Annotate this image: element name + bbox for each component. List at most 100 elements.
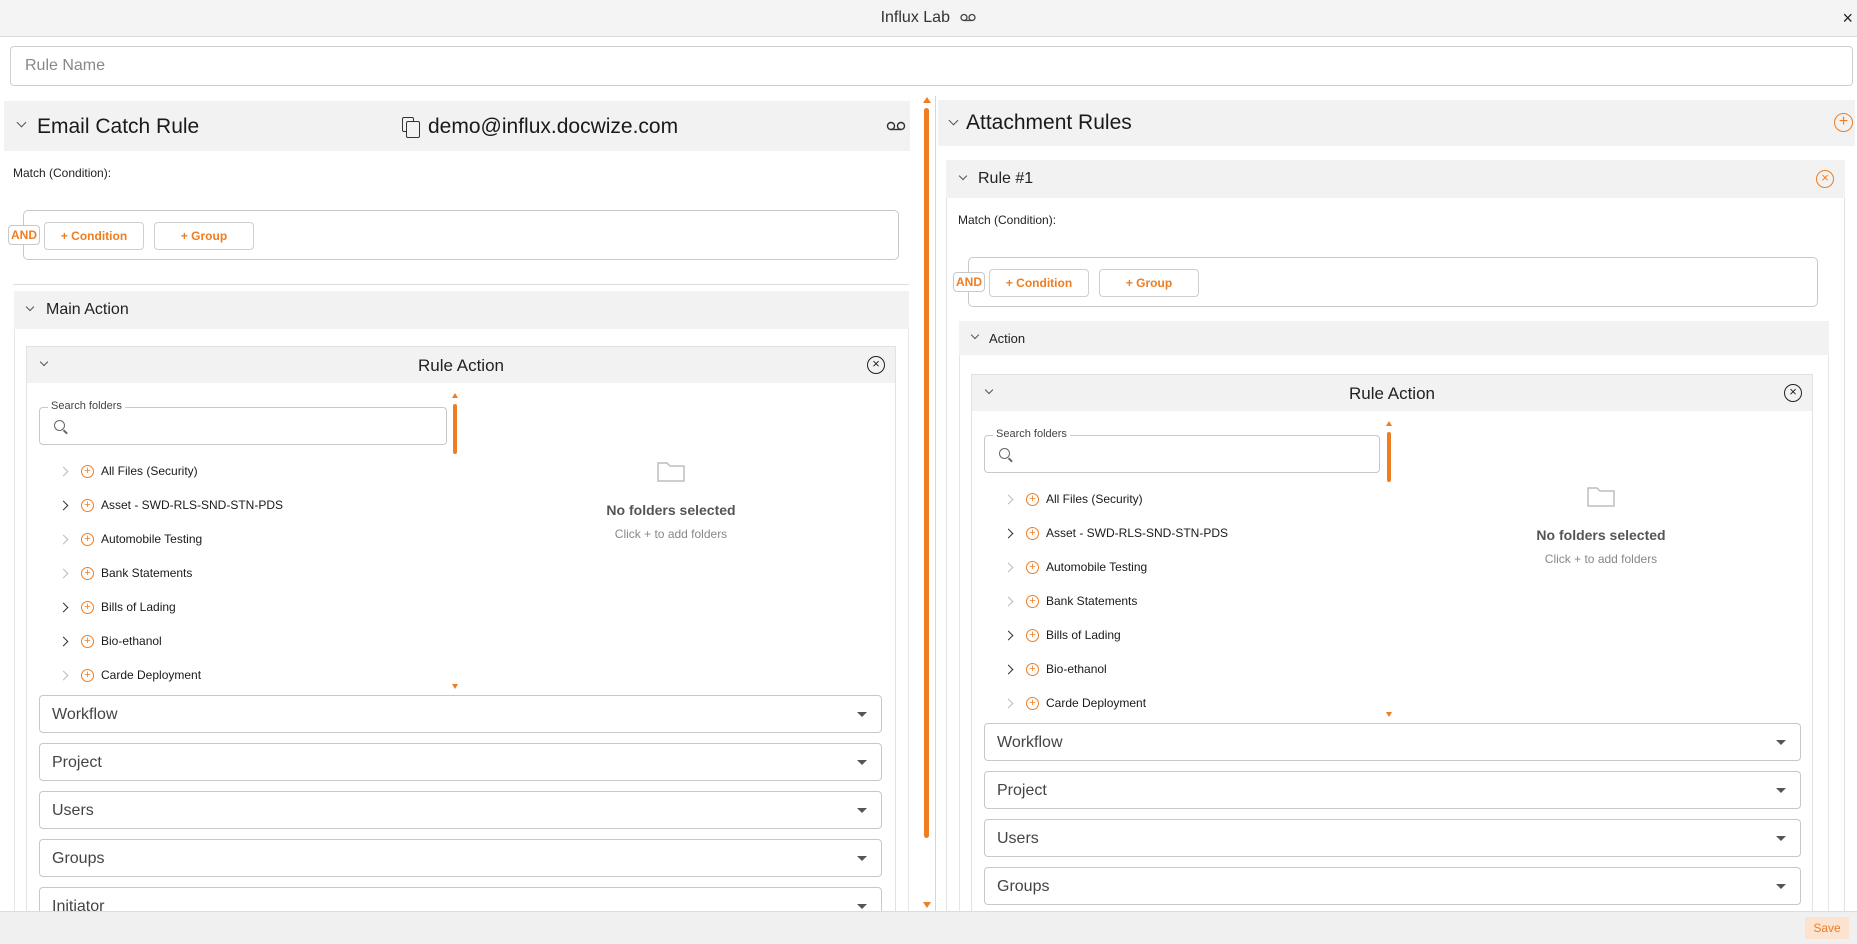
select-label: Project [997, 782, 1047, 799]
chevron-right-icon [58, 466, 69, 477]
plus-circle-icon[interactable]: + [81, 499, 94, 512]
close-circle-icon[interactable]: × [867, 356, 885, 374]
scroll-down-arrow[interactable] [452, 684, 458, 689]
close-icon[interactable]: × [1842, 8, 1853, 29]
add-condition-button[interactable]: + Condition [989, 269, 1089, 297]
rule-action-header[interactable]: Rule Action × [972, 375, 1812, 411]
caret-down-icon [857, 904, 867, 909]
email-catch-rule-header[interactable]: Email Catch Rule demo@influx.docwize.com [4, 101, 910, 151]
chevron-right-icon[interactable] [58, 500, 69, 511]
groups-select[interactable]: Groups [39, 839, 882, 877]
caret-down-icon [1776, 836, 1786, 841]
chevron-right-icon[interactable] [58, 636, 69, 647]
copy-icon[interactable] [402, 117, 420, 138]
scroll-up-arrow[interactable] [1386, 421, 1392, 426]
attachment-rules-header[interactable]: Attachment Rules + [938, 100, 1855, 146]
plus-circle-icon[interactable]: + [1026, 697, 1039, 710]
chevron-down-icon[interactable] [25, 302, 35, 312]
folder-tree-item[interactable]: + Bills of Lading [57, 597, 387, 619]
folder-name: All Files (Security) [1046, 492, 1143, 506]
plus-circle-icon[interactable]: + [1026, 493, 1039, 506]
folder-tree-item[interactable]: + Asset - SWD-RLS-SND-STN-PDS [57, 495, 387, 517]
add-group-button[interactable]: + Group [154, 222, 254, 250]
main-action-header[interactable]: Main Action [14, 291, 909, 329]
scroll-up-arrow[interactable] [923, 97, 931, 103]
folder-tree-item[interactable]: + Asset - SWD-RLS-SND-STN-PDS [1002, 523, 1332, 545]
rule-1-header[interactable]: Rule #1 × [946, 160, 1845, 198]
users-select[interactable]: Users [39, 791, 882, 829]
folder-tree-item[interactable]: + All Files (Security) [1002, 489, 1332, 511]
folder-name: Bank Statements [1046, 594, 1138, 608]
select-label: Project [52, 754, 102, 771]
plus-circle-icon[interactable]: + [1026, 663, 1039, 676]
voicemail-icon[interactable] [886, 121, 906, 131]
chevron-down-icon[interactable] [958, 171, 968, 181]
project-select[interactable]: Project [39, 743, 882, 781]
folder-tree-item[interactable]: + Bio-ethanol [57, 631, 387, 653]
caret-down-icon [1776, 884, 1786, 889]
add-group-button[interactable]: + Group [1099, 269, 1199, 297]
folder-tree-item[interactable]: + Bank Statements [57, 563, 387, 585]
chevron-right-icon[interactable] [1003, 528, 1014, 539]
folder-name: All Files (Security) [101, 464, 198, 478]
caret-down-icon [857, 760, 867, 765]
rule-action-header[interactable]: Rule Action × [27, 347, 895, 383]
plus-circle-icon[interactable]: + [1026, 527, 1039, 540]
plus-circle-icon[interactable]: + [81, 635, 94, 648]
footer-bar: Save [0, 911, 1857, 944]
groups-select[interactable]: Groups [984, 867, 1801, 905]
scroll-up-arrow[interactable] [452, 393, 458, 398]
select-label: Groups [997, 878, 1050, 895]
add-condition-button[interactable]: + Condition [44, 222, 144, 250]
plus-circle-icon[interactable]: + [81, 567, 94, 580]
plus-circle-icon[interactable]: + [1026, 561, 1039, 574]
remove-rule-close-circle-icon[interactable]: × [1816, 170, 1834, 188]
plus-circle-icon[interactable]: + [81, 601, 94, 614]
add-rule-plus-circle-icon[interactable]: + [1834, 113, 1853, 132]
search-folders-field[interactable]: Search folders [39, 400, 447, 445]
folder-tree-item[interactable]: + Automobile Testing [57, 529, 387, 551]
and-operator-badge[interactable]: AND [953, 272, 985, 292]
workflow-select[interactable]: Workflow [984, 723, 1801, 761]
folder-name: Bio-ethanol [1046, 662, 1107, 676]
condition-group: + Condition + Group [968, 257, 1818, 307]
users-select[interactable]: Users [984, 819, 1801, 857]
folder-tree-item[interactable]: + All Files (Security) [57, 461, 387, 483]
scroll-down-arrow[interactable] [1386, 712, 1392, 717]
chevron-right-icon [58, 568, 69, 579]
select-label: Users [52, 802, 94, 819]
plus-circle-icon[interactable]: + [1026, 595, 1039, 608]
caret-down-icon [857, 808, 867, 813]
chevron-right-icon[interactable] [58, 602, 69, 613]
plus-circle-icon[interactable]: + [81, 669, 94, 682]
folder-tree-item[interactable]: + Bank Statements [1002, 591, 1332, 613]
folder-tree-item[interactable]: + Carde Deployment [1002, 693, 1332, 715]
folder-tree-item[interactable]: + Bio-ethanol [1002, 659, 1332, 681]
scroll-down-arrow[interactable] [923, 902, 931, 908]
folder-list-scrollbar[interactable] [1387, 432, 1391, 482]
rule-name-input[interactable] [10, 46, 1853, 86]
folder-list-scrollbar[interactable] [453, 404, 457, 454]
project-select[interactable]: Project [984, 771, 1801, 809]
search-icon [54, 420, 65, 431]
and-operator-badge[interactable]: AND [8, 225, 40, 245]
action-header[interactable]: Action [959, 321, 1829, 355]
chevron-right-icon[interactable] [1003, 664, 1014, 675]
search-folders-field[interactable]: Search folders [984, 428, 1380, 473]
no-folders-subtitle: Click + to add folders [614, 527, 728, 541]
folder-tree-item[interactable]: + Bills of Lading [1002, 625, 1332, 647]
plus-circle-icon[interactable]: + [81, 533, 94, 546]
chevron-down-icon[interactable] [948, 115, 959, 126]
chevron-down-icon[interactable] [16, 117, 27, 128]
plus-circle-icon[interactable]: + [1026, 629, 1039, 642]
save-button[interactable]: Save [1805, 917, 1849, 939]
left-panel-scrollbar[interactable] [924, 108, 929, 838]
folder-tree-item[interactable]: + Automobile Testing [1002, 557, 1332, 579]
folder-name: Asset - SWD-RLS-SND-STN-PDS [101, 498, 284, 512]
folder-tree-item[interactable]: + Carde Deployment [57, 665, 387, 687]
workflow-select[interactable]: Workflow [39, 695, 882, 733]
close-circle-icon[interactable]: × [1784, 384, 1802, 402]
chevron-right-icon[interactable] [1003, 630, 1014, 641]
plus-circle-icon[interactable]: + [81, 465, 94, 478]
chevron-down-icon[interactable] [970, 330, 980, 340]
